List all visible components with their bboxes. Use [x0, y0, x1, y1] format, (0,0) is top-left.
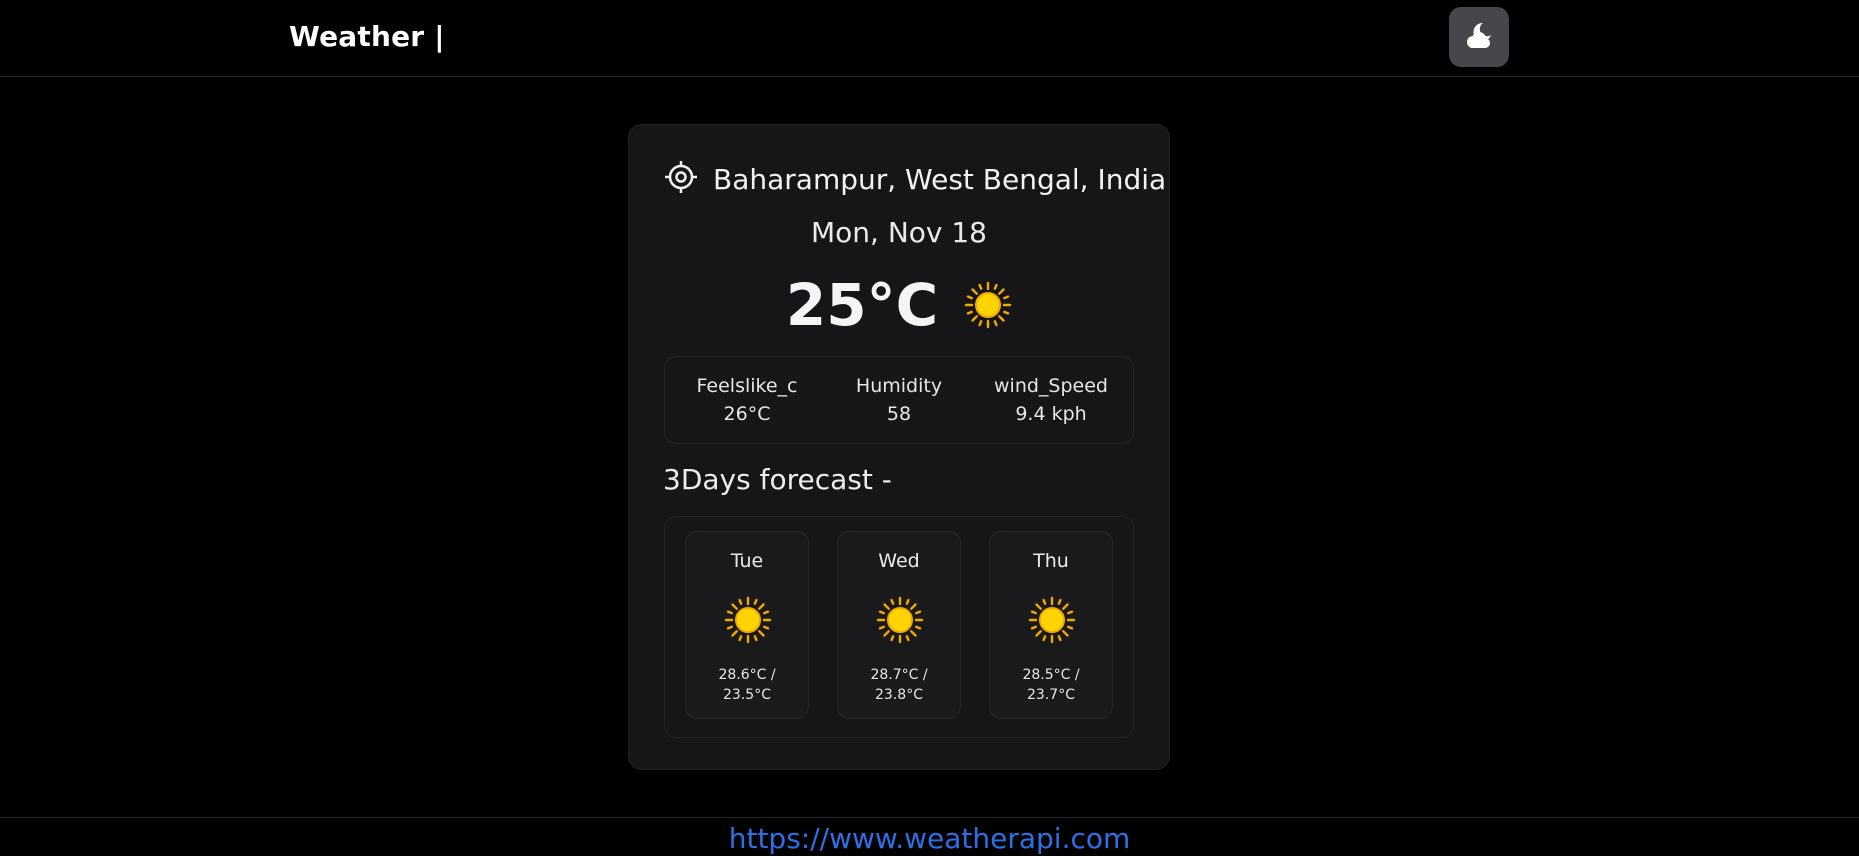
stat-label: Humidity [855, 375, 943, 397]
sun-icon [964, 281, 1012, 329]
stat-label: Feelslike_c [696, 375, 798, 397]
weather-card: Baharampur, West Bengal, India Mon, Nov … [628, 124, 1170, 770]
forecast-temp-range: 28.5°C / 23.7°C [990, 665, 1112, 705]
weatherapi-link[interactable]: https://www.weatherapi.com [729, 822, 1131, 855]
top-bar: Weather | [0, 0, 1859, 77]
stat-label: wind_Speed [994, 375, 1108, 397]
stat-feelslike: Feelslike_c 26°C [677, 375, 817, 425]
forecast-max-temp: 28.5°C / [1022, 667, 1080, 683]
stat-value: 9.4 kph [1015, 403, 1087, 425]
current-temperature: 25°C [785, 271, 939, 339]
app-title: Weather | [289, 20, 445, 53]
stat-wind-speed: wind_Speed 9.4 kph [981, 375, 1121, 425]
sun-icon [876, 596, 924, 648]
forecast-min-temp: 23.7°C [1027, 687, 1075, 703]
stat-humidity: Humidity 58 [829, 375, 969, 425]
sun-icon [1028, 596, 1076, 648]
forecast-day-card: Thu 28.5°C / 23.7°C [989, 531, 1113, 719]
current-date: Mon, Nov 18 [810, 216, 987, 249]
forecast-day-name: Wed [878, 550, 920, 572]
location-name: Baharampur, West Bengal, India [713, 162, 1167, 196]
forecast-day-card: Wed 28.7°C / 23.8°C [837, 531, 961, 719]
theme-toggle-button[interactable] [1449, 7, 1509, 67]
forecast-max-temp: 28.7°C / [870, 667, 928, 683]
forecast-min-temp: 23.5°C [723, 687, 771, 703]
forecast-panel: Tue 28.6°C / 23.5°C Wed 28.7°C / 23.8°C … [664, 516, 1134, 738]
sun-icon [724, 596, 772, 648]
forecast-max-temp: 28.6°C / [718, 667, 776, 683]
stat-value: 26°C [723, 403, 771, 425]
forecast-title: 3Days forecast - [663, 463, 892, 496]
stat-value: 58 [886, 403, 912, 425]
forecast-day-name: Tue [730, 550, 764, 572]
forecast-day-name: Thu [1033, 550, 1069, 572]
forecast-temp-range: 28.6°C / 23.5°C [686, 665, 808, 705]
footer: https://www.weatherapi.com [0, 817, 1859, 856]
forecast-day-card: Tue 28.6°C / 23.5°C [685, 531, 809, 719]
weather-stats-panel: Feelslike_c 26°C Humidity 58 wind_Speed … [664, 356, 1134, 444]
temperature-row: 25°C [629, 271, 1169, 339]
forecast-temp-range: 28.7°C / 23.8°C [838, 665, 960, 705]
forecast-min-temp: 23.8°C [875, 687, 923, 703]
location-row: Baharampur, West Bengal, India [663, 159, 1166, 199]
cloud-moon-icon [1462, 18, 1496, 56]
location-target-icon[interactable] [663, 159, 699, 199]
